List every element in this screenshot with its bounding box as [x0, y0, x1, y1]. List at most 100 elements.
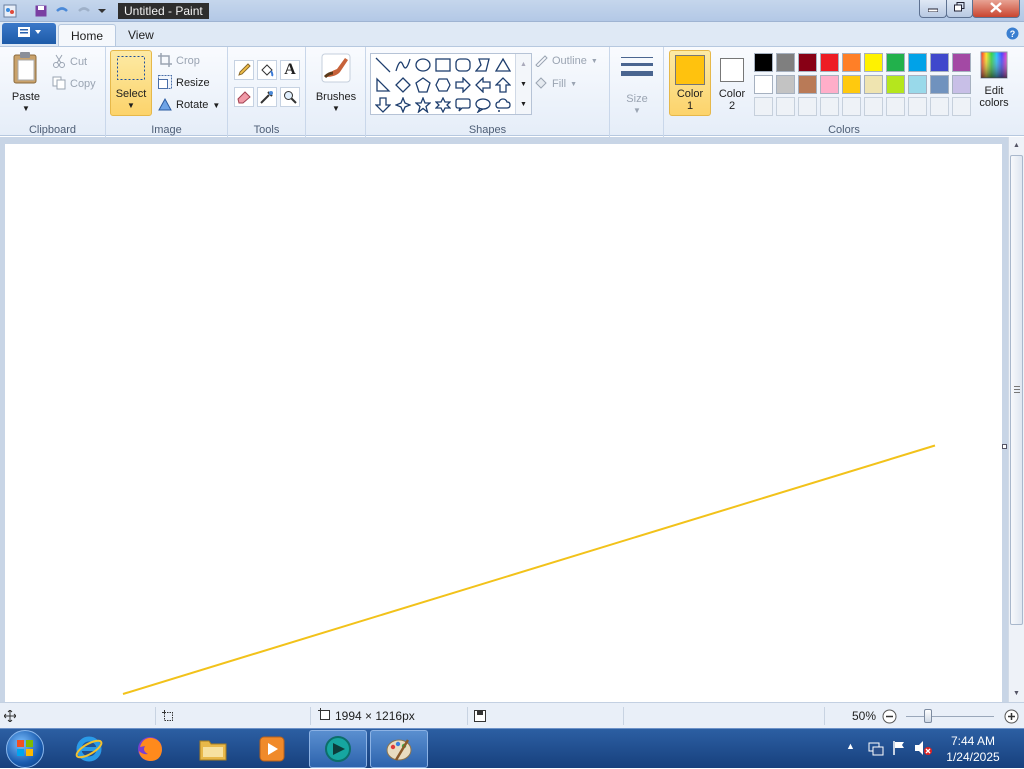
palette-empty-slot[interactable] [820, 97, 839, 116]
action-center-flag-icon[interactable] [892, 740, 906, 759]
paint-app-icon[interactable] [2, 3, 18, 19]
fill-button[interactable]: Fill ▼ [534, 74, 577, 94]
scroll-up-icon[interactable]: ▲ [516, 54, 531, 74]
show-hidden-icons-icon[interactable]: ▲ [846, 741, 855, 751]
crop-button[interactable]: Crop [158, 51, 200, 71]
tab-view[interactable]: View [116, 24, 166, 46]
six-point-star-shape-icon[interactable] [433, 95, 452, 114]
media-player-icon[interactable] [243, 730, 301, 768]
maximize-button[interactable] [946, 0, 973, 18]
help-icon[interactable]: ? [1006, 27, 1019, 43]
palette-swatch[interactable] [864, 75, 883, 94]
palette-swatch[interactable] [930, 75, 949, 94]
palette-swatch[interactable] [776, 53, 795, 72]
palette-empty-slot[interactable] [886, 97, 905, 116]
color1-button[interactable]: Color 1 [669, 50, 711, 116]
resize-button[interactable]: Resize [158, 73, 210, 93]
palette-swatch[interactable] [754, 75, 773, 94]
text-icon[interactable]: A [280, 60, 300, 80]
close-button[interactable] [972, 0, 1020, 18]
cloud-callout-shape-icon[interactable] [493, 95, 512, 114]
palette-swatch[interactable] [820, 75, 839, 94]
four-point-star-shape-icon[interactable] [393, 95, 412, 114]
customize-quick-access-icon[interactable] [96, 3, 108, 19]
firefox-icon[interactable] [121, 730, 179, 768]
palette-swatch[interactable] [798, 53, 817, 72]
palette-swatch[interactable] [776, 75, 795, 94]
right-triangle-shape-icon[interactable] [373, 75, 392, 94]
fill-icon[interactable] [257, 60, 277, 80]
rotate-button[interactable]: Rotate ▼ [158, 95, 220, 115]
cut-button[interactable]: Cut [52, 52, 87, 72]
color-picker-icon[interactable] [257, 87, 277, 107]
palette-empty-slot[interactable] [754, 97, 773, 116]
palette-swatch[interactable] [798, 75, 817, 94]
eraser-icon[interactable] [234, 87, 254, 107]
palette-swatch[interactable] [842, 53, 861, 72]
palette-swatch[interactable] [754, 53, 773, 72]
palette-swatch[interactable] [820, 53, 839, 72]
palette-empty-slot[interactable] [864, 97, 883, 116]
magnifier-icon[interactable] [280, 87, 300, 107]
palette-swatch[interactable] [842, 75, 861, 94]
undo-icon[interactable] [54, 3, 70, 19]
rounded-callout-shape-icon[interactable] [453, 95, 472, 114]
rectangle-shape-icon[interactable] [433, 55, 452, 74]
drawing-canvas[interactable] [5, 144, 1002, 702]
redo-icon[interactable] [76, 3, 92, 19]
pentagon-shape-icon[interactable] [413, 75, 432, 94]
clock[interactable]: 7:44 AM 1/24/2025 [930, 733, 1016, 765]
color2-button[interactable]: Color 2 [712, 50, 752, 116]
palette-empty-slot[interactable] [908, 97, 927, 116]
palette-swatch[interactable] [864, 53, 883, 72]
start-button[interactable] [6, 730, 44, 768]
scroll-down-icon[interactable]: ▼ [516, 74, 531, 94]
network-icon[interactable] [868, 741, 884, 760]
line-shape-icon[interactable] [373, 55, 392, 74]
down-arrow-shape-icon[interactable] [373, 95, 392, 114]
internet-explorer-icon[interactable] [60, 730, 118, 768]
palette-swatch[interactable] [908, 75, 927, 94]
hexagon-shape-icon[interactable] [433, 75, 452, 94]
palette-empty-slot[interactable] [776, 97, 795, 116]
scroll-down-arrow-icon[interactable]: ▼ [1011, 687, 1022, 699]
size-button[interactable]: Size ▼ [616, 51, 658, 117]
triangle-shape-icon[interactable] [493, 55, 512, 74]
palette-empty-slot[interactable] [842, 97, 861, 116]
edit-colors-button[interactable]: Edit colors [972, 51, 1016, 117]
palette-swatch[interactable] [930, 53, 949, 72]
diamond-shape-icon[interactable] [393, 75, 412, 94]
palette-swatch[interactable] [952, 53, 971, 72]
scroll-up-arrow-icon[interactable]: ▲ [1011, 139, 1022, 151]
palette-empty-slot[interactable] [952, 97, 971, 116]
minimize-button[interactable] [919, 0, 947, 18]
zoom-slider-track[interactable] [906, 716, 994, 717]
oval-callout-shape-icon[interactable] [473, 95, 492, 114]
select-button[interactable]: Select ▼ [110, 50, 152, 116]
paint-taskbar-icon[interactable] [370, 730, 428, 768]
five-point-star-shape-icon[interactable] [413, 95, 432, 114]
oval-shape-icon[interactable] [413, 55, 432, 74]
pencil-icon[interactable] [234, 60, 254, 80]
vertical-scrollbar[interactable]: ▲ ▼ [1008, 137, 1024, 702]
up-arrow-shape-icon[interactable] [493, 75, 512, 94]
palette-swatch[interactable] [908, 53, 927, 72]
gallery-expand-icon[interactable]: ▼ [516, 94, 531, 114]
save-icon[interactable] [34, 3, 48, 19]
rounded-rectangle-shape-icon[interactable] [453, 55, 472, 74]
app-icon-teal[interactable] [309, 730, 367, 768]
zoom-slider-thumb[interactable] [924, 709, 932, 723]
tab-home[interactable]: Home [58, 24, 117, 46]
shapes-gallery-scroll[interactable]: ▲ ▼ ▼ [515, 54, 531, 114]
palette-empty-slot[interactable] [798, 97, 817, 116]
brushes-button[interactable]: Brushes ▼ [312, 51, 360, 117]
palette-swatch[interactable] [952, 75, 971, 94]
polygon-shape-icon[interactable] [473, 55, 492, 74]
zoom-out-button[interactable] [882, 703, 897, 729]
file-explorer-icon[interactable] [184, 730, 242, 768]
scroll-thumb[interactable] [1010, 155, 1023, 625]
zoom-in-button[interactable] [1004, 703, 1019, 729]
right-arrow-shape-icon[interactable] [453, 75, 472, 94]
paste-button[interactable]: Paste ▼ [6, 51, 46, 115]
curve-shape-icon[interactable] [393, 55, 412, 74]
